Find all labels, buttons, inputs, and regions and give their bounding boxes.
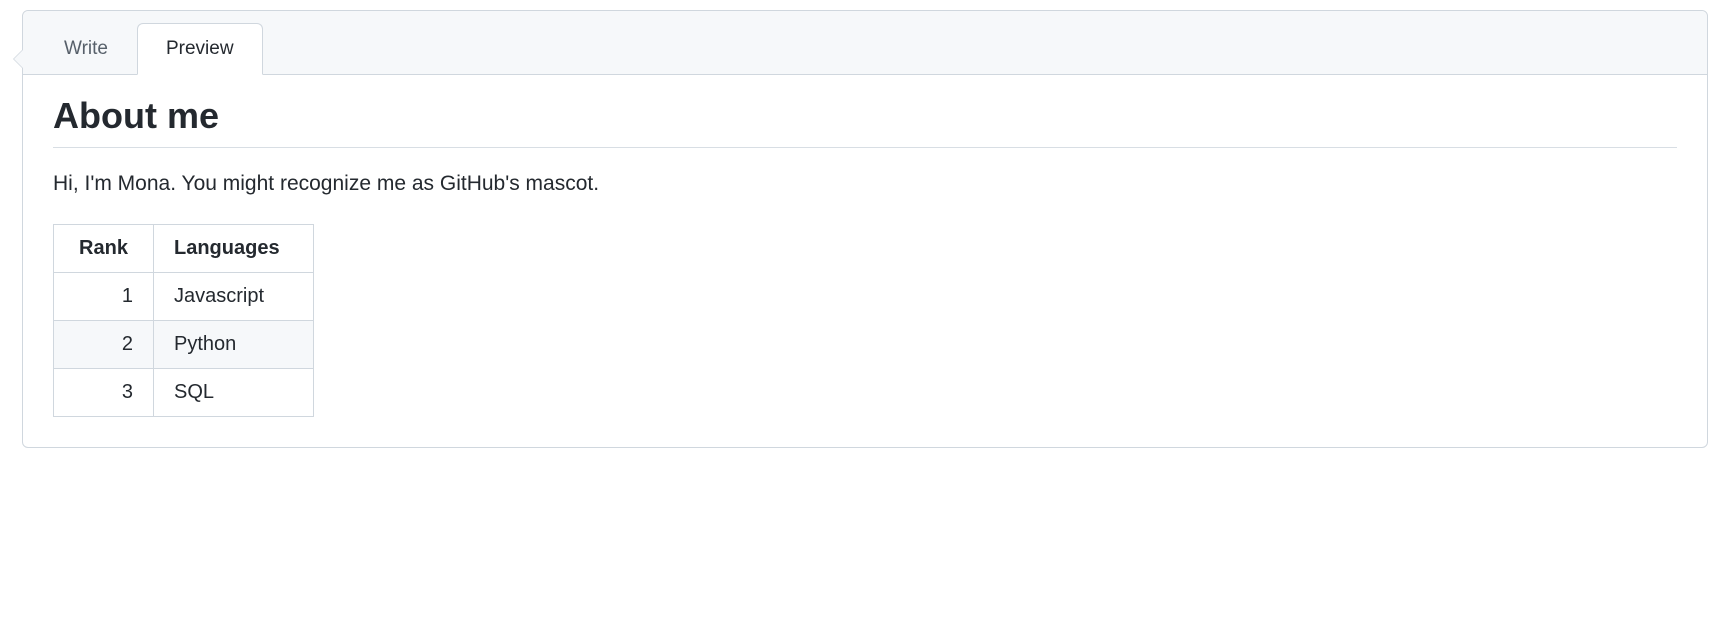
cell-rank: 2 bbox=[54, 321, 154, 369]
cell-rank: 3 bbox=[54, 369, 154, 417]
languages-table: Rank Languages 1 Javascript 2 Python 3 S… bbox=[53, 224, 314, 417]
editor-tab-bar: Write Preview bbox=[23, 11, 1707, 75]
about-heading: About me bbox=[53, 95, 1677, 148]
header-rank: Rank bbox=[54, 225, 154, 273]
markdown-editor-panel: Write Preview About me Hi, I'm Mona. You… bbox=[22, 10, 1708, 448]
cell-language: Python bbox=[154, 321, 314, 369]
header-languages: Languages bbox=[154, 225, 314, 273]
table-row: 2 Python bbox=[54, 321, 314, 369]
table-header-row: Rank Languages bbox=[54, 225, 314, 273]
cell-language: SQL bbox=[154, 369, 314, 417]
tab-write[interactable]: Write bbox=[35, 23, 137, 74]
table-row: 1 Javascript bbox=[54, 273, 314, 321]
speech-pointer-icon bbox=[13, 49, 23, 69]
preview-content: About me Hi, I'm Mona. You might recogni… bbox=[23, 75, 1707, 447]
cell-rank: 1 bbox=[54, 273, 154, 321]
intro-paragraph: Hi, I'm Mona. You might recognize me as … bbox=[53, 172, 1677, 196]
tab-preview[interactable]: Preview bbox=[137, 23, 263, 75]
cell-language: Javascript bbox=[154, 273, 314, 321]
table-row: 3 SQL bbox=[54, 369, 314, 417]
